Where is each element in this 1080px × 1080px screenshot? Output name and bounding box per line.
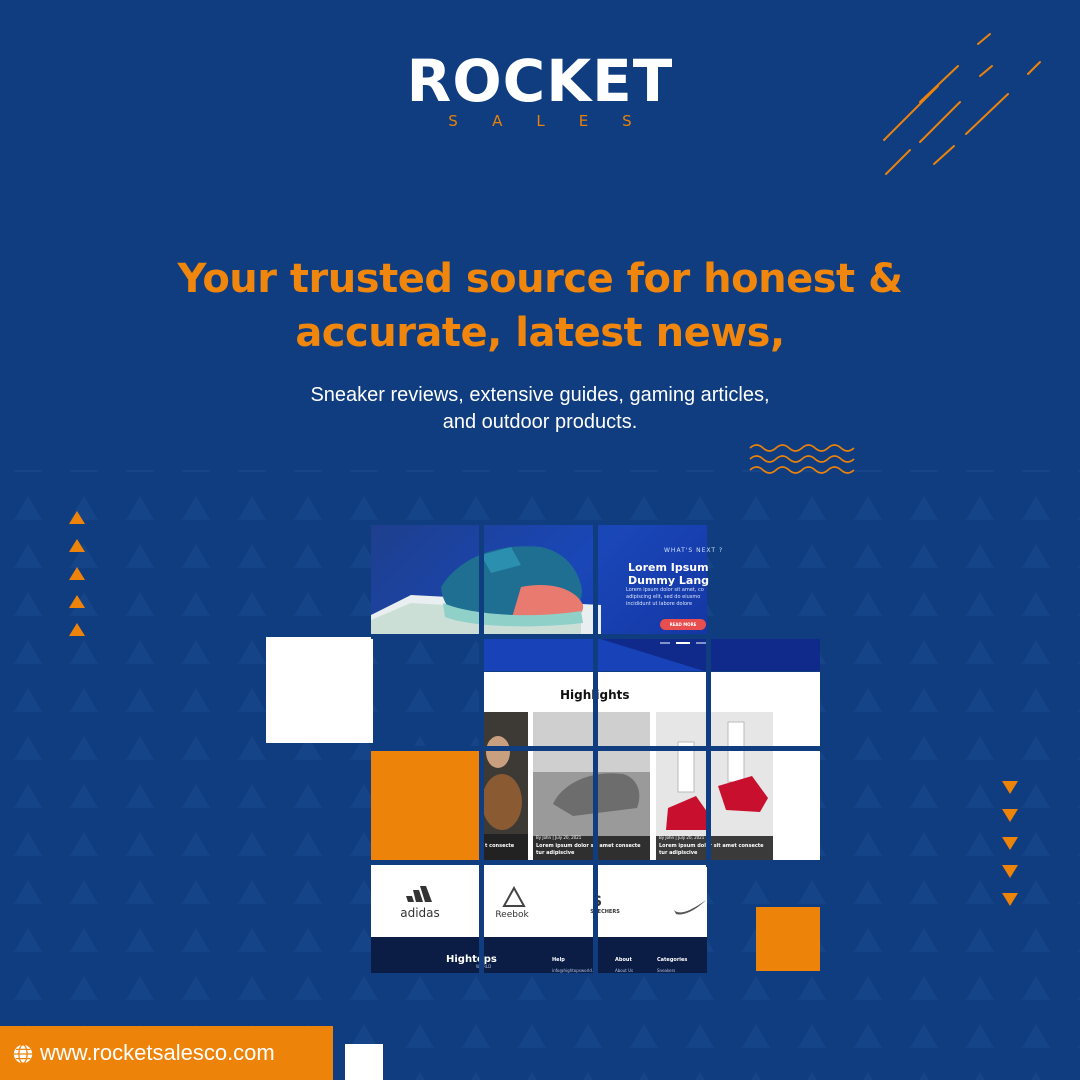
read-more-button[interactable]: READ MORE bbox=[660, 619, 706, 630]
diagonal-lines-decoration bbox=[883, 33, 1041, 175]
footer-col-categories[interactable]: Categories bbox=[657, 957, 687, 963]
grid-gap bbox=[371, 746, 821, 751]
card-caption-2: Lorem ipsum dolor sit amet consecte tur … bbox=[536, 843, 641, 856]
footer-help-item[interactable]: info@hightopsworld.co bbox=[552, 968, 598, 973]
down-triangles-decoration bbox=[1002, 781, 1018, 906]
hero-text: Lorem ipsum dolor sit amet, co adipiscin… bbox=[626, 587, 704, 607]
adidas-wordmark: adidas bbox=[400, 906, 440, 920]
reebok-logo: Reebok bbox=[495, 886, 529, 920]
hero-kicker: WHAT'S NEXT ? bbox=[664, 547, 724, 554]
website-link[interactable]: www.rocketsalesco.com bbox=[40, 1040, 275, 1066]
card-caption-1: t consecte bbox=[485, 843, 515, 849]
subheadline-line-2: and outdoor products. bbox=[442, 411, 638, 433]
white-square-decoration bbox=[345, 1044, 383, 1080]
footer-col-help[interactable]: Help bbox=[552, 957, 565, 963]
subheadline: Sneaker reviews, extensive guides, gamin… bbox=[140, 382, 940, 436]
slider-dots bbox=[484, 637, 706, 671]
headline: Your trusted source for honest & accurat… bbox=[100, 252, 980, 360]
orange-tile-right bbox=[756, 907, 820, 971]
card-caption-3: Lorem ipsum dolor sit amet consecte tur … bbox=[659, 843, 764, 856]
card-meta-3: By John | July 20, 2021 bbox=[659, 835, 705, 840]
orange-tile-left bbox=[371, 751, 480, 860]
grid-gap bbox=[371, 860, 821, 865]
grid-gap bbox=[706, 637, 711, 867]
wavy-lines-decoration bbox=[749, 444, 855, 474]
ad-canvas: ROCKET SALES Your trusted source for hon… bbox=[0, 0, 1080, 1080]
hero-title: Lorem Ipsum Dummy Lang bbox=[628, 561, 710, 587]
mockup-hero-bottom bbox=[484, 637, 820, 671]
white-tile-left bbox=[266, 637, 373, 743]
subheadline-line-1: Sneaker reviews, extensive guides, gamin… bbox=[310, 384, 770, 406]
globe-icon bbox=[13, 1044, 33, 1064]
reebok-wordmark: Reebok bbox=[495, 910, 529, 920]
card-image-boots[interactable] bbox=[484, 712, 528, 860]
grid-gap bbox=[371, 634, 821, 639]
headline-line-1: Your trusted source for honest & bbox=[177, 256, 903, 302]
footer-col-about[interactable]: About bbox=[615, 957, 632, 963]
footer-about-item[interactable]: About Us bbox=[615, 968, 633, 973]
card-meta-2: By John | July 20, 2021 bbox=[536, 835, 582, 840]
footer-categories-item[interactable]: Sneakers bbox=[657, 968, 675, 973]
adidas-logo: adidas bbox=[400, 886, 440, 920]
skechers-logo: S SKECHERS bbox=[590, 894, 620, 915]
up-triangles-decoration bbox=[69, 511, 85, 636]
headline-line-2: accurate, latest news, bbox=[295, 310, 785, 356]
nike-swoosh-icon bbox=[674, 900, 706, 915]
